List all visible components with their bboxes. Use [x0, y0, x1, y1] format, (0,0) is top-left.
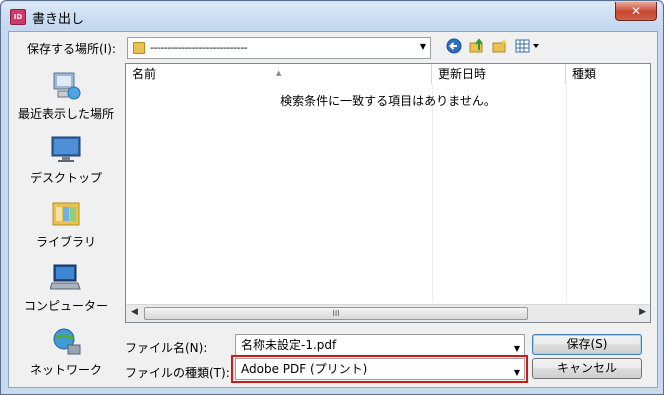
filename-label: ファイル名(N):	[125, 341, 208, 355]
column-header-type[interactable]: 種類	[566, 64, 650, 84]
view-menu-icon[interactable]	[514, 38, 542, 56]
column-header-modified[interactable]: 更新日時	[432, 64, 566, 84]
network-icon	[50, 327, 82, 357]
new-folder-icon[interactable]	[491, 38, 509, 56]
place-computer-label: コンピューター	[23, 299, 108, 313]
place-libraries-label: ライブラリ	[35, 235, 96, 249]
empty-list-message: 検索条件に一致する項目はありません。	[280, 94, 496, 108]
place-network-label: ネットワーク	[29, 363, 102, 377]
place-computer[interactable]: コンピューター	[10, 261, 122, 325]
filename-input[interactable]: 名称未設定-1.pdf ▼	[235, 334, 525, 356]
window-title: 書き出し	[32, 12, 85, 27]
filetype-value: Adobe PDF (プリント)	[241, 362, 368, 376]
place-desktop-label: デスクトップ	[29, 171, 102, 185]
save-location-value: ----------------------------	[150, 41, 248, 54]
recent-places-icon	[50, 71, 82, 101]
places-bar: 最近表示した場所 デスクトップ ライブラリ コンピューター ネットワーク	[10, 63, 122, 381]
scroll-right-icon[interactable]: ▶	[639, 307, 646, 317]
desktop-icon	[50, 135, 82, 165]
libraries-icon	[50, 199, 82, 229]
close-button[interactable]: ✕	[615, 2, 657, 21]
scrollbar-thumb[interactable]: III	[144, 307, 528, 320]
chevron-down-icon: ▼	[513, 368, 520, 377]
cancel-button[interactable]: キャンセル	[532, 358, 642, 379]
back-icon[interactable]	[445, 38, 463, 56]
save-location-label: 保存する場所(I):	[27, 42, 116, 56]
place-libraries[interactable]: ライブラリ	[10, 197, 122, 261]
place-network[interactable]: ネットワーク	[10, 325, 122, 389]
scroll-left-icon[interactable]: ◀	[131, 307, 138, 317]
column-header-name[interactable]: 名前 ▲	[126, 64, 432, 84]
filename-value: 名称未設定-1.pdf	[241, 338, 337, 352]
title-bar[interactable]: ID 書き出し ✕	[2, 2, 662, 30]
place-desktop[interactable]: デスクトップ	[10, 133, 122, 197]
horizontal-scrollbar[interactable]: ◀ III ▶	[126, 304, 650, 322]
column-divider	[432, 84, 433, 302]
folder-icon	[133, 42, 145, 54]
place-recent-label: 最近表示した場所	[17, 107, 114, 121]
computer-icon	[49, 263, 82, 293]
filetype-dropdown[interactable]: Adobe PDF (プリント) ▼	[235, 358, 525, 380]
column-header-name-label: 名前	[132, 67, 157, 81]
column-divider	[566, 84, 567, 302]
sort-ascending-icon: ▲	[276, 69, 282, 77]
column-header-type-label: 種類	[572, 67, 597, 81]
filetype-label: ファイルの種類(T):	[125, 366, 230, 380]
save-button[interactable]: 保存(S)	[532, 334, 642, 355]
column-header-modified-label: 更新日時	[438, 67, 487, 81]
indesign-app-icon: ID	[10, 9, 26, 25]
export-dialog-window: ID 書き出し ✕ 保存する場所(I): -------------------…	[0, 0, 664, 395]
chevron-down-icon: ▼	[419, 42, 426, 51]
place-recent[interactable]: 最近表示した場所	[10, 69, 122, 133]
file-list[interactable]: 名前 ▲ 更新日時 種類 検索条件に一致する項目はありません。 ◀ III ▶	[125, 63, 651, 323]
up-folder-icon[interactable]	[468, 38, 486, 56]
save-location-dropdown[interactable]: ---------------------------- ▼	[127, 37, 431, 59]
